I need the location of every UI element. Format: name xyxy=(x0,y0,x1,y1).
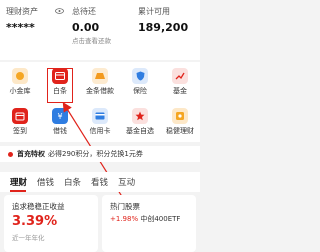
hot-stocks-title: 热门股票 xyxy=(110,202,140,211)
tab-interact[interactable]: 互动 xyxy=(118,176,135,188)
category-tabs: 理财 借钱 白条 看钱 互动 xyxy=(0,172,200,192)
steady-return-title: 追求稳稳正收益 xyxy=(12,202,65,211)
tab-wealth[interactable]: 理财 xyxy=(10,176,27,188)
active-tab-indicator xyxy=(10,190,26,192)
banner-dot-icon xyxy=(8,151,13,157)
steady-return-sub: 近一年年化 xyxy=(12,234,45,242)
promo-banner[interactable]: 首充特权 必得290积分，积分兑换1元券 xyxy=(0,146,200,162)
steady-return-value: 3.39% xyxy=(12,214,58,229)
tab-baitiao[interactable]: 白条 xyxy=(64,176,81,188)
steady-return-card[interactable]: 追求稳稳正收益 3.39% 近一年年化 xyxy=(4,195,98,252)
tab-view-money[interactable]: 看钱 xyxy=(91,176,108,188)
banner-desc: 必得290积分，积分兑换1元券 xyxy=(48,150,143,158)
hot-stocks-row: +1.98% 中创400ETF xyxy=(110,214,180,224)
hot-stocks-fund: 中创400ETF xyxy=(140,215,181,223)
hot-stocks-change: +1.98% xyxy=(110,215,139,223)
hot-stocks-card[interactable]: 热门股票 +1.98% 中创400ETF xyxy=(102,195,196,252)
tab-borrow[interactable]: 借钱 xyxy=(37,176,54,188)
banner-title: 首充特权 xyxy=(17,150,45,158)
